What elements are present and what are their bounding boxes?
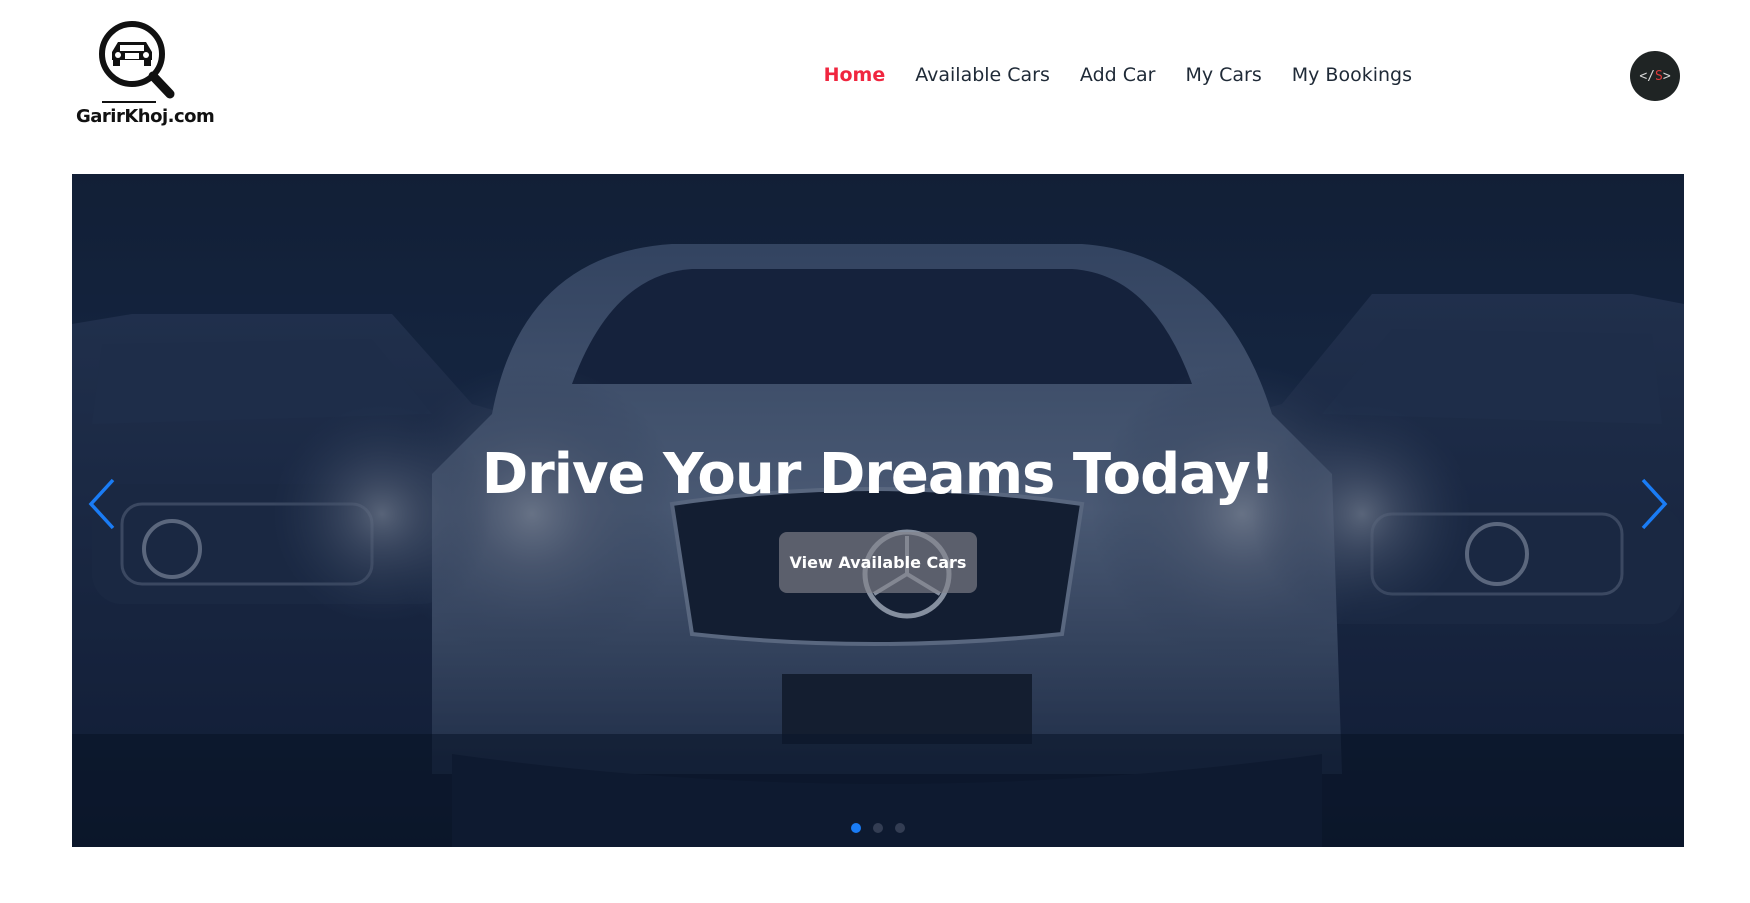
dev-badge-right: >: [1662, 68, 1671, 84]
hero-overlay: [72, 174, 1684, 847]
nav-item-home[interactable]: Home: [824, 64, 886, 86]
brand-name: GarirKhoj.com: [76, 106, 215, 127]
main-nav: Home Available Cars Add Car My Cars My B…: [824, 64, 1412, 86]
nav-item-add-car[interactable]: Add Car: [1080, 64, 1156, 86]
carousel-dot-3[interactable]: [895, 823, 905, 833]
nav-item-my-bookings[interactable]: My Bookings: [1292, 64, 1412, 86]
carousel-prev-button[interactable]: [82, 474, 122, 534]
chevron-left-icon: [88, 478, 115, 530]
nav-item-my-cars[interactable]: My Cars: [1185, 64, 1261, 86]
chevron-right-icon: [1641, 478, 1668, 530]
carousel-next-button[interactable]: [1634, 474, 1674, 534]
car-search-icon: [99, 21, 175, 103]
brand-logo[interactable]: GarirKhoj.com: [72, 20, 215, 132]
nav-item-available-cars[interactable]: Available Cars: [915, 64, 1050, 86]
carousel-dot-1[interactable]: [851, 823, 861, 833]
hero-carousel: Drive Your Dreams Today! View Available …: [72, 174, 1684, 847]
hero-title: Drive Your Dreams Today!: [481, 442, 1276, 507]
developer-avatar-button[interactable]: </S >: [1630, 51, 1680, 101]
site-header: GarirKhoj.com Home Available Cars Add Ca…: [0, 0, 1750, 170]
carousel-dot-2[interactable]: [873, 823, 883, 833]
dev-badge-mid: S: [1655, 68, 1663, 84]
dev-badge-left: </: [1639, 68, 1655, 84]
carousel-indicators: [72, 823, 1684, 833]
view-available-cars-button[interactable]: View Available Cars: [779, 532, 977, 593]
